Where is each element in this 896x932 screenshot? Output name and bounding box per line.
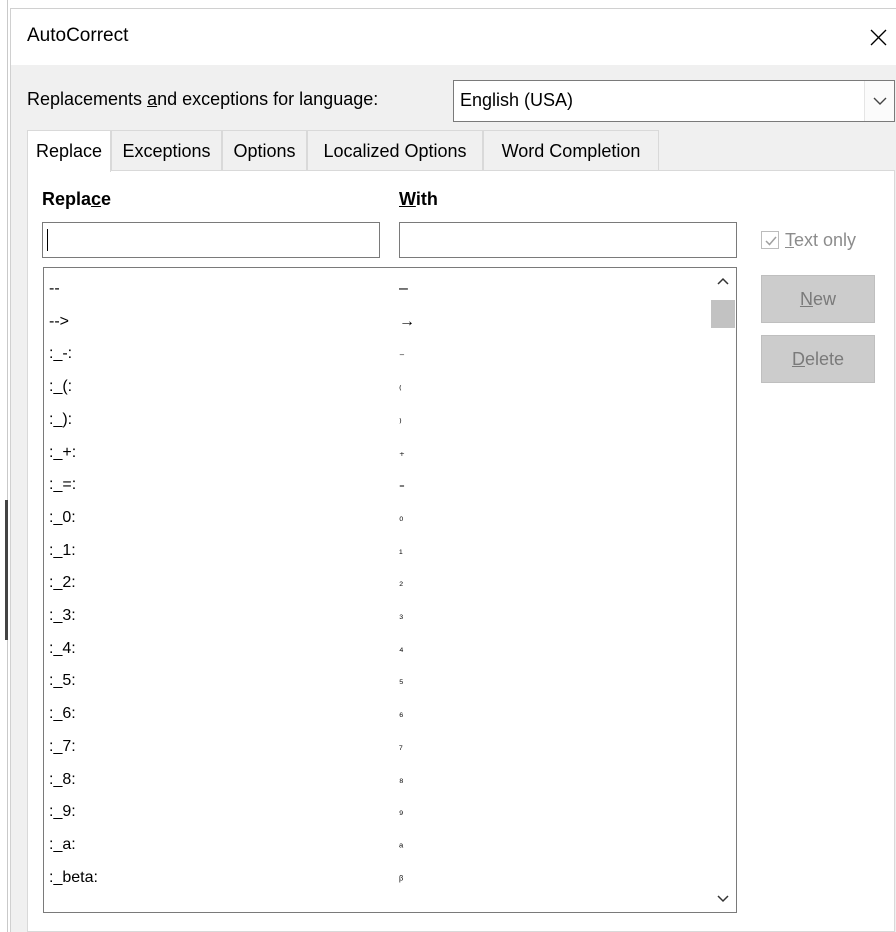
list-item-with: ₐ	[399, 837, 404, 850]
list-item[interactable]: :_): ₎	[44, 407, 708, 439]
list-item-replace: -->	[49, 312, 69, 330]
list-scrollbar[interactable]	[710, 268, 736, 912]
list-item[interactable]: :_9: ₉	[44, 799, 708, 831]
list-item-replace: :_5:	[49, 672, 76, 690]
list-item[interactable]: -- –	[44, 276, 708, 308]
replace-input[interactable]	[42, 222, 380, 258]
list-item[interactable]: :_0: ₀	[44, 505, 708, 537]
delete-button[interactable]: Delete	[761, 335, 875, 383]
list-item-with: ₄	[399, 641, 404, 654]
list-item-with: ₋	[399, 348, 405, 361]
list-item-with: ₇	[399, 739, 403, 752]
list-item[interactable]: :_-: ₋	[44, 341, 708, 373]
list-item[interactable]: :_beta: ᵦ	[44, 865, 708, 897]
list-item[interactable]: :_1: ₁	[44, 538, 708, 570]
list-item-with: ₃	[399, 609, 404, 621]
list-item-replace: :_=:	[49, 476, 77, 494]
list-item[interactable]: :_7: ₇	[44, 734, 708, 766]
list-item-replace: :_a:	[49, 835, 76, 853]
list-item-with: ₌	[399, 479, 405, 492]
scrollbar-thumb[interactable]	[711, 300, 735, 328]
replacement-list[interactable]: -- – --> → :_-: ₋ :_(: ₍ :_): ₎ :_+: ₊ :_=: ₌ :_0: ₀ :_1…	[43, 267, 737, 913]
tab-localized-options[interactable]: Localized Options	[307, 130, 483, 170]
list-item-with: ₉	[399, 805, 404, 818]
list-item[interactable]: :_=: ₌	[44, 472, 708, 504]
list-item[interactable]: :_4: ₄	[44, 636, 708, 668]
list-item[interactable]: :_8: ₈	[44, 767, 708, 799]
list-item-with: –	[399, 280, 408, 297]
tab-options[interactable]: Options	[222, 130, 307, 170]
dialog-title: AutoCorrect	[27, 25, 129, 46]
list-item-replace: :_4:	[49, 639, 76, 657]
list-item-replace: :_1:	[49, 541, 76, 559]
list-item-replace: :_+:	[49, 443, 77, 461]
chevron-down-icon[interactable]	[864, 81, 894, 121]
list-item-replace: :_3:	[49, 607, 76, 624]
list-item-with: ₊	[399, 446, 405, 459]
list-item-with: →	[399, 312, 415, 330]
list-item-with: ₈	[399, 772, 404, 785]
list-item[interactable]: :_6: ₆	[44, 701, 708, 733]
list-item-replace: --	[49, 280, 60, 297]
chevron-up-icon[interactable]	[710, 268, 736, 294]
title-bar: AutoCorrect	[11, 9, 896, 65]
list-item[interactable]: :_3: ₃	[44, 603, 708, 635]
list-item-replace: :_9:	[49, 803, 76, 821]
list-item-replace: :_):	[49, 410, 73, 428]
list-item-replace: :_2:	[49, 574, 76, 592]
list-item-with: ₂	[399, 576, 404, 589]
list-item[interactable]: :_2: ₂	[44, 570, 708, 602]
language-select[interactable]: English (USA)	[453, 80, 895, 122]
close-icon[interactable]	[861, 17, 896, 57]
language-label: Replacements and exceptions for language…	[27, 89, 379, 109]
autocorrect-dialog: AutoCorrect Replacements and exceptions …	[10, 8, 896, 932]
list-item-replace: :_(:	[49, 378, 73, 396]
text-caret	[47, 229, 48, 252]
background-window-edge-dark	[5, 500, 8, 640]
list-item-with: ₁	[399, 543, 403, 556]
with-column-header: With	[399, 189, 438, 209]
list-item-replace: :_0:	[49, 508, 76, 526]
list-item-replace: :_7:	[49, 737, 76, 755]
list-item-with: ₀	[399, 510, 404, 523]
list-item[interactable]: :_+: ₊	[44, 440, 708, 472]
text-only-checkbox[interactable]: Text only	[761, 230, 856, 251]
list-item-replace: :_6:	[49, 705, 76, 723]
list-item[interactable]: :_5: ₅	[44, 668, 708, 700]
list-item-with: ₆	[399, 707, 404, 720]
list-item-with: ₎	[399, 413, 402, 426]
tab-replace[interactable]: Replace	[27, 130, 111, 172]
chevron-down-icon[interactable]	[710, 886, 736, 912]
tab-exceptions[interactable]: Exceptions	[111, 130, 222, 170]
list-item-with: ₍	[399, 381, 402, 394]
list-item-replace: :_beta:	[49, 868, 98, 886]
tab-word-completion[interactable]: Word Completion	[483, 130, 659, 170]
checkbox-check-icon	[761, 231, 779, 249]
replace-column-header: Replace	[42, 189, 112, 209]
language-select-value: English (USA)	[460, 90, 574, 110]
list-item-replace: :_-:	[49, 345, 73, 363]
list-item-with: ᵦ	[399, 870, 404, 883]
with-input[interactable]	[399, 222, 737, 258]
background-window-edge	[7, 0, 8, 932]
list-item-replace: :_8:	[49, 770, 76, 788]
list-item-with: ₅	[399, 674, 404, 687]
list-item[interactable]: :_a: ₐ	[44, 832, 708, 864]
list-item[interactable]: :_(: ₍	[44, 374, 708, 406]
new-button[interactable]: New	[761, 275, 875, 323]
list-item[interactable]: --> →	[44, 309, 708, 341]
